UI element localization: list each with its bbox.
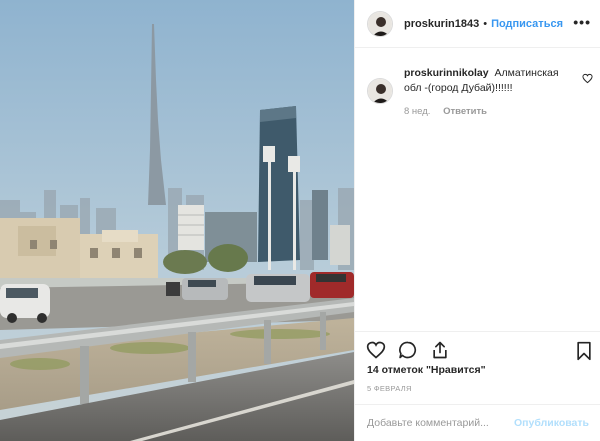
post-date[interactable]: 5 ФЕВРАЛЯ (367, 384, 412, 393)
bookmark-icon[interactable] (575, 341, 593, 366)
post-photo[interactable] (0, 0, 354, 441)
comment-time[interactable]: 8 нед. (404, 106, 430, 117)
car-white (0, 284, 50, 323)
post-header: proskurin1843 • Подписаться ••• (355, 0, 600, 48)
dubai-city-photo (0, 0, 354, 441)
heart-icon[interactable] (366, 340, 386, 360)
post-username[interactable]: proskurin1843 (404, 18, 479, 30)
add-comment-bar: Добавьте комментарий... Опубликовать (355, 404, 600, 441)
comment-body: proskurinnikolay Алматинская обл -(город… (404, 66, 572, 117)
publish-button[interactable]: Опубликовать (514, 417, 589, 429)
comment-meta: 8 нед. Ответить (404, 106, 572, 117)
reply-button[interactable]: Ответить (443, 106, 487, 117)
comment-text: proskurinnikolay Алматинская обл -(город… (404, 66, 572, 96)
avatar[interactable] (367, 10, 393, 37)
comment-input[interactable]: Добавьте комментарий... (367, 417, 514, 429)
post-actions (355, 331, 600, 367)
follow-button[interactable]: Подписаться (491, 18, 563, 30)
likes-count[interactable]: 14 отметок "Нравится" (367, 364, 486, 376)
comment-avatar[interactable] (367, 78, 393, 104)
separator-dot: • (483, 17, 488, 30)
more-icon[interactable]: ••• (573, 14, 591, 30)
heart-small-icon[interactable] (582, 71, 593, 89)
post-side-panel: proskurin1843 • Подписаться ••• proskuri… (354, 0, 600, 441)
comment-avatar-image (368, 79, 392, 103)
comment-icon[interactable] (398, 340, 418, 360)
share-icon[interactable] (430, 340, 450, 360)
avatar-image (368, 11, 392, 36)
comment-item: proskurinnikolay Алматинская обл -(город… (367, 66, 595, 117)
comment-username[interactable]: proskurinnikolay (404, 67, 489, 79)
